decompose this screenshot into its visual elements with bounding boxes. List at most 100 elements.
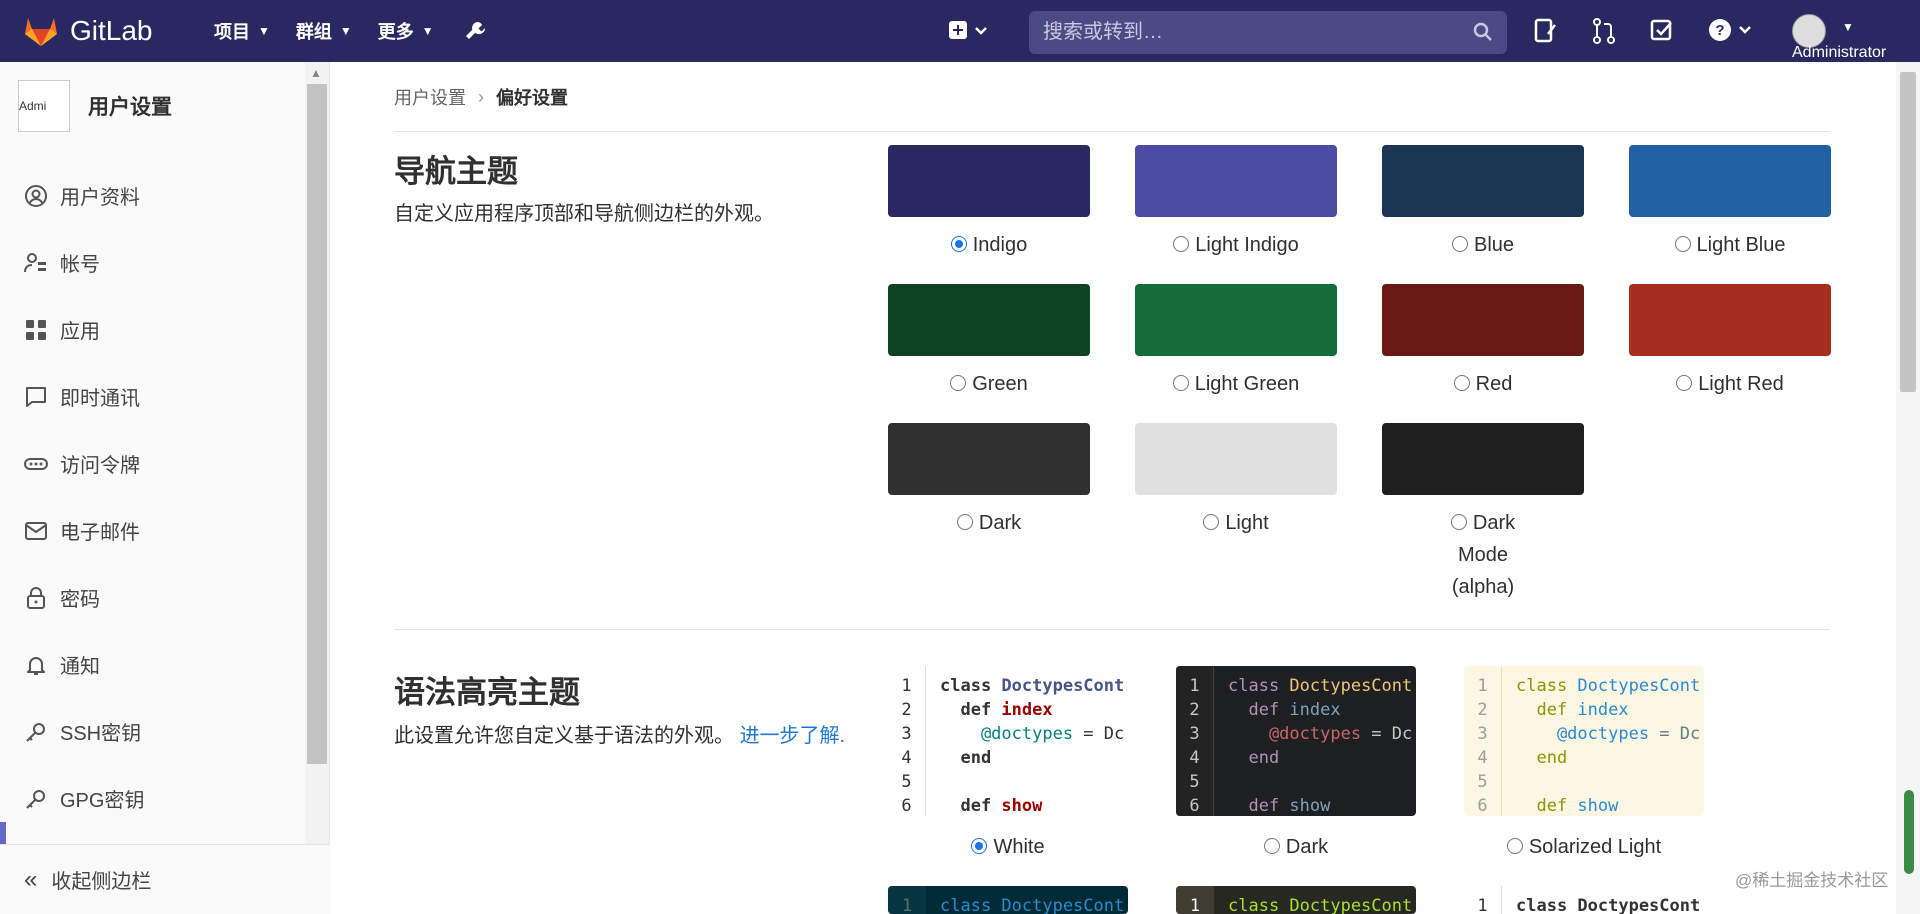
help-button[interactable]: ? bbox=[1708, 18, 1756, 49]
todos-button[interactable] bbox=[1650, 18, 1674, 49]
nav-groups[interactable]: 群组 ▼ bbox=[296, 18, 352, 44]
search-input[interactable] bbox=[1043, 21, 1463, 44]
breadcrumb-parent[interactable]: 用户设置 bbox=[394, 84, 466, 110]
sidebar-item-applications[interactable]: 应用 bbox=[0, 296, 305, 363]
theme-swatch-light-blue[interactable] bbox=[1629, 145, 1831, 217]
syntax-option-solarized-light[interactable]: Solarized Light bbox=[1464, 831, 1704, 863]
radio-button[interactable] bbox=[956, 514, 973, 530]
syntax-preview-monokai[interactable]: 1 class DoctypesCont bbox=[1176, 886, 1416, 914]
syntax-preview-white[interactable]: 123456 class DoctypesCont def index @doc… bbox=[888, 666, 1128, 816]
issues-button[interactable] bbox=[1534, 18, 1558, 49]
sidebar-item-label: 即时通讯 bbox=[60, 388, 140, 410]
theme-label: Green bbox=[972, 373, 1028, 395]
page-scrollbar[interactable] bbox=[1896, 62, 1920, 914]
user-menu[interactable]: ▼ Administrator bbox=[1790, 12, 1920, 62]
syntax-label: Solarized Light bbox=[1528, 836, 1662, 858]
theme-swatch-light-indigo[interactable] bbox=[1135, 145, 1337, 217]
radio-button[interactable] bbox=[950, 236, 967, 252]
watermark: @稀土掘金技术社区 bbox=[1735, 871, 1889, 890]
sidebar-scrollbar[interactable]: ▲ bbox=[305, 62, 329, 914]
radio-button[interactable] bbox=[1172, 375, 1189, 391]
sidebar-item-chat[interactable]: 即时通讯 bbox=[0, 363, 305, 430]
admin-area-button[interactable] bbox=[464, 19, 488, 43]
radio-button[interactable] bbox=[1453, 375, 1470, 391]
theme-option-light[interactable]: Light bbox=[1135, 507, 1337, 539]
gitlab-logo[interactable]: GitLab bbox=[24, 15, 164, 47]
theme-swatch-light[interactable] bbox=[1135, 423, 1337, 495]
theme-label: Light Indigo bbox=[1195, 234, 1299, 256]
theme-swatch-green[interactable] bbox=[888, 284, 1090, 356]
mail-icon bbox=[25, 521, 47, 540]
sidebar-item-access-tokens[interactable]: 访问令牌 bbox=[0, 430, 305, 497]
svg-text:?: ? bbox=[1715, 22, 1724, 39]
theme-label: Blue bbox=[1473, 234, 1515, 256]
sidebar-header[interactable]: Admi 用户设置 bbox=[18, 80, 172, 132]
theme-option-light-red[interactable]: Light Red bbox=[1629, 368, 1831, 400]
radio-button[interactable] bbox=[1173, 236, 1190, 252]
nav-projects[interactable]: 项目 ▼ bbox=[214, 18, 270, 44]
syntax-preview-solarized-light[interactable]: 123456 class DoctypesCont def index @doc… bbox=[1464, 666, 1704, 816]
settings-sidebar: Admi 用户设置 用户资料 帐号 应用 即时通讯 访问令牌 电子邮件 密码 通… bbox=[0, 62, 330, 914]
nav-groups-label: 群组 bbox=[295, 22, 332, 42]
radio-button[interactable] bbox=[1451, 236, 1468, 252]
theme-option-light-indigo[interactable]: Light Indigo bbox=[1135, 229, 1337, 261]
theme-option-light-blue[interactable]: Light Blue bbox=[1629, 229, 1831, 261]
radio-button[interactable] bbox=[1506, 838, 1523, 854]
theme-option-blue[interactable]: Blue bbox=[1382, 229, 1584, 261]
new-item-button[interactable] bbox=[948, 18, 992, 47]
theme-swatch-dark-mode[interactable] bbox=[1382, 423, 1584, 495]
search-icon bbox=[1473, 22, 1492, 41]
theme-swatch-light-red[interactable] bbox=[1629, 284, 1831, 356]
sidebar-scrollbar-thumb[interactable] bbox=[307, 84, 327, 764]
merge-requests-button[interactable] bbox=[1592, 18, 1616, 49]
theme-option-indigo[interactable]: Indigo bbox=[888, 229, 1090, 261]
syntax-option-white[interactable]: White bbox=[888, 831, 1128, 863]
theme-swatch-indigo[interactable] bbox=[888, 145, 1090, 217]
avatar bbox=[1792, 14, 1826, 48]
nav-more[interactable]: 更多 ▼ bbox=[378, 18, 434, 44]
line-numbers: 1 bbox=[1176, 886, 1214, 914]
syntax-preview-none[interactable]: 1 class DoctypesCont bbox=[1464, 886, 1704, 914]
syntax-theme-description-text: 此设置允许您自定义基于语法的外观。 bbox=[394, 725, 734, 747]
sidebar-item-profile[interactable]: 用户资料 bbox=[0, 162, 305, 229]
syntax-preview-solarized-dark[interactable]: 1 class DoctypesCont bbox=[888, 886, 1128, 914]
radio-button[interactable] bbox=[950, 375, 967, 391]
sidebar-item-password[interactable]: 密码 bbox=[0, 564, 305, 631]
syntax-option-dark[interactable]: Dark bbox=[1176, 831, 1416, 863]
collapse-sidebar-button[interactable]: « 收起侧边栏 bbox=[0, 844, 330, 914]
sidebar-item-ssh-keys[interactable]: SSH密钥 bbox=[0, 698, 305, 765]
theme-option-dark[interactable]: Dark bbox=[888, 507, 1090, 539]
learn-more-link[interactable]: 进一步了解. bbox=[740, 725, 846, 747]
theme-option-red[interactable]: Red bbox=[1382, 368, 1584, 400]
radio-button[interactable] bbox=[1674, 236, 1691, 252]
syntax-theme-title: 语法高亮主题 bbox=[394, 675, 580, 710]
theme-option-green[interactable]: Green bbox=[888, 368, 1090, 400]
search-box[interactable] bbox=[1029, 11, 1507, 54]
sidebar-item-label: 通知 bbox=[60, 656, 100, 678]
syntax-theme-description: 此设置允许您自定义基于语法的外观。 进一步了解. bbox=[394, 720, 854, 752]
radio-button[interactable] bbox=[1263, 838, 1280, 854]
radio-button[interactable] bbox=[1676, 375, 1693, 391]
page-scrollbar-thumb[interactable] bbox=[1900, 72, 1916, 392]
theme-option-dark-mode[interactable]: Dark Mode (alpha) bbox=[1382, 507, 1584, 603]
syntax-preview-dark[interactable]: 123456 class DoctypesCont def index @doc… bbox=[1176, 666, 1416, 816]
theme-swatch-blue[interactable] bbox=[1382, 145, 1584, 217]
radio-button[interactable] bbox=[1450, 514, 1467, 530]
sidebar-item-gpg-keys[interactable]: GPG密钥 bbox=[0, 765, 305, 832]
scroll-up-arrow-icon[interactable]: ▲ bbox=[310, 66, 322, 80]
scroll-indicator bbox=[1904, 790, 1914, 874]
syntax-label: Dark bbox=[1285, 836, 1329, 858]
sidebar-item-account[interactable]: 帐号 bbox=[0, 229, 305, 296]
theme-swatch-dark[interactable] bbox=[888, 423, 1090, 495]
theme-swatch-light-green[interactable] bbox=[1135, 284, 1337, 356]
theme-option-light-green[interactable]: Light Green bbox=[1135, 368, 1337, 400]
breadcrumb-current[interactable]: 偏好设置 bbox=[496, 84, 568, 110]
double-chevron-left-icon: « bbox=[24, 865, 38, 893]
theme-swatch-red[interactable] bbox=[1382, 284, 1584, 356]
tanuki-icon bbox=[25, 18, 57, 46]
radio-button[interactable] bbox=[971, 838, 988, 854]
sidebar-item-notifications[interactable]: 通知 bbox=[0, 631, 305, 698]
radio-button[interactable] bbox=[1203, 514, 1220, 530]
key-icon bbox=[26, 789, 45, 809]
sidebar-item-emails[interactable]: 电子邮件 bbox=[0, 497, 305, 564]
